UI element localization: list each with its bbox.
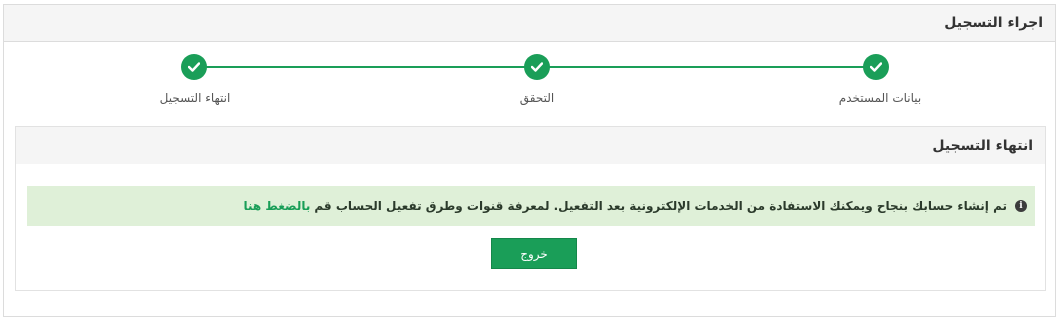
click-here-link[interactable]: بالضغط هنا [244,199,311,213]
exit-button[interactable]: خروج [491,238,577,269]
finish-section: انتهاء التسجيل i تم إنشاء حسابك بنجاح وي… [15,126,1046,291]
alert-message: تم إنشاء حسابك بنجاح ويمكنك الاستفادة من… [314,199,1007,213]
progress-stepper: بيانات المستخدم التحقق انتهاء التسجيل [4,42,1055,122]
panel-header: اجراء التسجيل [4,5,1055,42]
step-label-verification: التحقق [519,91,555,105]
success-alert: i تم إنشاء حسابك بنجاح ويمكنك الاستفادة … [27,186,1035,226]
registration-panel: اجراء التسجيل بيانات المستخدم التحقق انت… [3,4,1056,317]
step-user-data-check-icon [863,54,889,80]
step-finish-check-icon [181,54,207,80]
page-title: اجراء التسجيل [944,15,1043,31]
step-label-finish: انتهاء التسجيل [159,91,231,105]
step-verification-check-icon [524,54,550,80]
section-title: انتهاء التسجيل [932,137,1033,154]
step-label-user-data: بيانات المستخدم [838,91,922,105]
info-icon: i [1015,200,1027,212]
section-header: انتهاء التسجيل [16,127,1045,164]
